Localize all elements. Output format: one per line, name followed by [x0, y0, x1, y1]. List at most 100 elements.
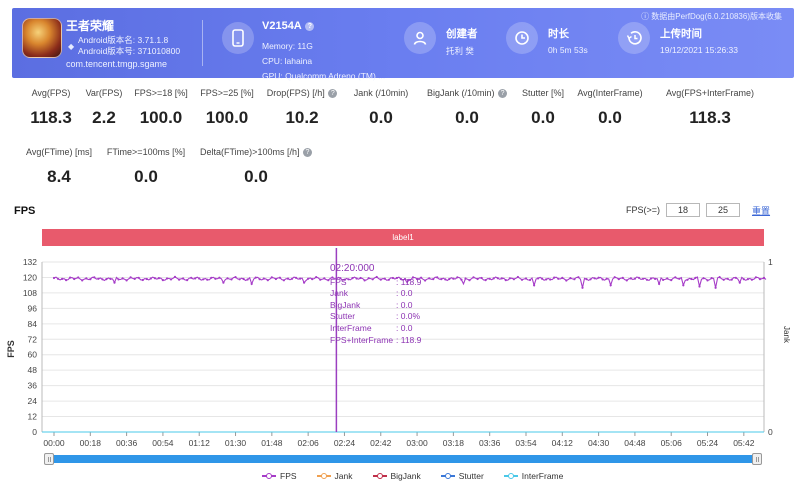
upload-time-label: 上传时间 — [660, 28, 702, 40]
slider-left-handle[interactable] — [44, 453, 54, 465]
fps-point — [528, 278, 532, 282]
x-tick-label: 00:54 — [152, 438, 174, 448]
stat-value: 118.3 — [30, 108, 72, 127]
legend-item[interactable]: BigJank — [372, 471, 421, 481]
fps-point — [682, 284, 685, 287]
slider-right-handle[interactable] — [752, 453, 762, 465]
legend-item[interactable]: InterFrame — [503, 471, 563, 481]
android-code: Android版本号: 371010800 — [78, 46, 181, 56]
legend-item[interactable]: Stutter — [440, 471, 484, 481]
stat-label-text: Delta(FTime)>100ms [/h] — [200, 147, 300, 157]
x-tick-label: 01:48 — [261, 438, 283, 448]
tooltip-row: Stutter: 0.0% — [330, 311, 421, 323]
fps-point — [173, 275, 177, 278]
fps-point — [573, 278, 576, 281]
legend-item[interactable]: Jank — [316, 471, 353, 481]
y-tick-label: 108 — [23, 288, 37, 298]
fps-point — [448, 277, 451, 281]
tooltip-key: FPS+InterFrame — [330, 334, 394, 345]
x-tick-label: 02:06 — [298, 438, 320, 448]
y-tick-label: 60 — [28, 350, 38, 360]
fps-point — [686, 278, 689, 281]
y-tick-label: 72 — [28, 334, 38, 344]
legend-item[interactable]: FPS — [262, 471, 297, 481]
x-tick-label: 01:12 — [189, 438, 211, 448]
fps-point — [585, 278, 588, 281]
label-track[interactable]: label1 — [42, 229, 764, 246]
x-tick-label: 05:42 — [733, 438, 755, 448]
fps-point — [149, 277, 152, 280]
stat-delta-ftime: Delta(FTime)>100ms [/h] ? 0.0 — [196, 147, 316, 187]
stat-label: FPS>=18 [%] — [134, 88, 188, 98]
x-tick-label: 01:30 — [225, 438, 247, 448]
fps-point — [589, 278, 592, 281]
tooltip-key: FPS — [330, 276, 347, 287]
fps-point — [109, 277, 112, 280]
fps-point — [456, 276, 459, 279]
fps-point — [157, 277, 160, 280]
help-icon[interactable]: ? — [328, 89, 338, 98]
x-tick-label: 05:06 — [661, 438, 683, 448]
fps-point — [202, 278, 205, 281]
fps-point — [73, 277, 76, 281]
fps-point — [484, 279, 487, 282]
legend-swatch-icon — [372, 473, 387, 479]
help-icon[interactable]: ? — [498, 89, 508, 98]
stat-value: 0.0 — [531, 108, 555, 127]
fps-point — [553, 276, 556, 279]
fps-point — [81, 279, 84, 282]
device-gpu: GPU: Qualcomm Adreno (TM) ... — [262, 71, 386, 81]
stat-label: Delta(FTime)>100ms [/h] ? — [196, 147, 316, 157]
fps-point — [649, 277, 653, 280]
x-tick-label: 03:54 — [515, 438, 537, 448]
fps-point — [137, 276, 140, 279]
y-axis-title-left: FPS — [5, 340, 16, 358]
stat-label: Avg(FPS) — [31, 88, 71, 98]
duration-label: 时长 — [548, 28, 569, 40]
fps-point — [690, 277, 693, 281]
fps-point — [734, 276, 737, 279]
fps-point — [472, 276, 475, 279]
legend-label: Jank — [334, 471, 353, 481]
fps-point — [89, 278, 92, 281]
stat-value: 100.0 — [205, 108, 249, 127]
fps-point — [565, 279, 568, 282]
help-icon[interactable]: ? — [302, 148, 312, 157]
stat-label-text: BigJank (/10min) — [426, 88, 495, 98]
fps-point — [629, 277, 633, 280]
x-tick-label: 04:30 — [588, 438, 610, 448]
x-tick-label: 04:48 — [624, 438, 646, 448]
fps-point — [718, 276, 721, 279]
reset-button[interactable]: 重置 — [752, 204, 770, 217]
fps-point — [266, 279, 269, 282]
fps-point — [428, 277, 431, 280]
info-icon[interactable]: ? — [305, 22, 315, 31]
fps-point — [520, 278, 524, 281]
stat-label: Jank (/10min) — [353, 88, 409, 98]
legend-label: FPS — [280, 471, 297, 481]
fps-point — [278, 276, 281, 279]
fps-point — [742, 278, 745, 281]
fps-point — [129, 276, 132, 279]
fps-point — [597, 276, 600, 279]
fps-point — [153, 277, 156, 280]
fps-point — [545, 278, 548, 281]
fps-threshold-1-input[interactable] — [666, 203, 701, 217]
stat-avg-fps-interframe: Avg(FPS+InterFrame) 118.3 — [652, 88, 768, 128]
stat-value: 0.0 — [598, 108, 622, 127]
time-range-slider[interactable] — [44, 453, 762, 465]
x-tick-label: 00:36 — [116, 438, 138, 448]
y-tick-label: 0 — [32, 427, 37, 437]
fps-point — [303, 281, 306, 284]
fps-point — [246, 278, 249, 281]
y-tick-label: 36 — [28, 381, 38, 391]
fps-threshold-2-input[interactable] — [706, 203, 741, 217]
stat-value: 118.3 — [689, 108, 731, 127]
y-tick-label: 132 — [23, 257, 37, 267]
fps-point — [694, 276, 697, 279]
fps-point — [444, 278, 447, 281]
fps-point — [145, 277, 148, 281]
x-tick-label: 00:00 — [43, 438, 65, 448]
creator-label: 创建者 — [446, 28, 478, 40]
slider-track[interactable] — [52, 455, 754, 463]
